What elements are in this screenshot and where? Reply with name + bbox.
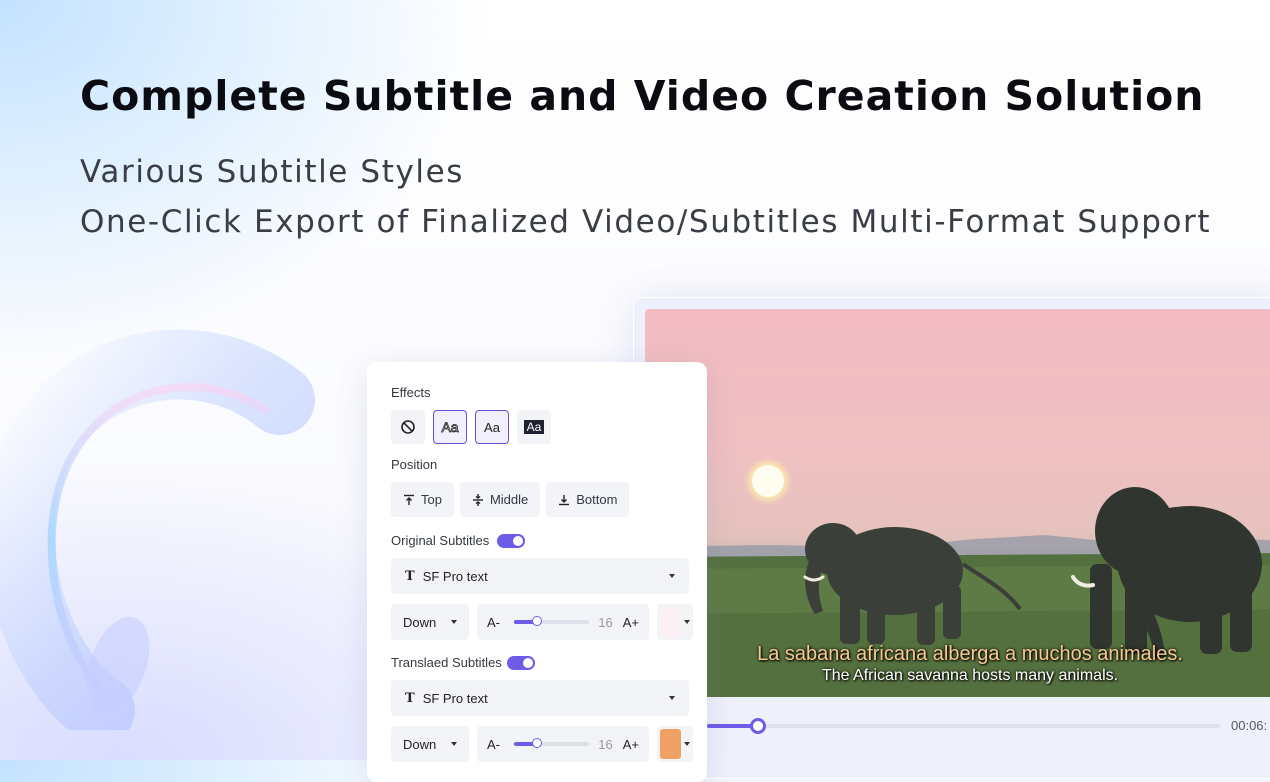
savanna-scene-graphic [645,487,1270,697]
original-size-slider[interactable] [514,616,590,626]
original-size-control: A- 16 A+ [477,604,649,640]
effect-plain-button[interactable]: Aa [475,410,509,444]
original-style-row: Down A- 16 A+ [391,604,693,640]
chevron-down-icon [684,620,690,624]
chevron-down-icon [451,742,457,746]
position-label: Position [391,457,438,472]
feature-line-export: One-Click Export of Finalized Video/Subt… [80,204,1212,240]
page-title: Complete Subtitle and Video Creation Sol… [80,72,1205,120]
increase-size-button[interactable]: A+ [623,615,639,630]
position-middle-label: Middle [489,492,529,507]
effects-label: Effects [391,385,431,400]
translated-direction-value: Down [403,736,437,752]
font-icon: T [405,690,415,706]
decorative-ring-graphic [0,329,315,730]
no-effect-icon [401,420,415,434]
font-icon: T [405,568,415,584]
original-subtitles-label: Original Subtitles [391,533,490,548]
timecode: 00:06: [1231,718,1268,733]
translated-subtitles-toggle[interactable] [507,656,535,670]
chevron-down-icon [684,742,690,746]
align-middle-icon [472,493,483,506]
original-font-select[interactable]: T SF Pro text [391,558,689,594]
decrease-size-button[interactable]: A- [487,737,500,752]
chevron-down-icon [451,620,457,624]
increase-size-button[interactable]: A+ [623,737,639,752]
plain-text-icon: Aa [484,419,500,435]
background-text-icon: Aa [523,420,545,434]
translated-font-value: SF Pro text [422,690,488,706]
feature-line-styles: Various Subtitle Styles [80,154,465,190]
effect-none-button[interactable] [391,410,425,444]
outline-text-icon: Aa [441,419,459,436]
original-color-picker[interactable] [657,604,693,640]
position-bottom-label: Bottom [576,492,618,507]
position-top-label: Top [421,492,442,507]
position-middle-button[interactable]: Middle [459,482,541,517]
decrease-size-button[interactable]: A- [487,615,500,630]
effects-options: Aa Aa Aa [391,410,551,444]
original-direction-value: Down [403,614,437,630]
translated-color-swatch [660,729,681,759]
video-preview[interactable]: La sabana africana alberga a muchos anim… [645,309,1270,697]
translated-size-value: 16 [598,736,613,752]
original-color-swatch [660,607,681,637]
slider-handle[interactable] [531,616,542,626]
effect-background-button[interactable]: Aa [517,410,551,444]
position-top-button[interactable]: Top [391,482,454,517]
subtitle-style-panel: Effects Aa Aa Aa Position Top Middle Bot… [367,362,707,782]
original-direction-select[interactable]: Down [391,604,469,640]
translated-size-slider[interactable] [514,738,590,748]
translated-style-row: Down A- 16 A+ [391,726,693,762]
translated-direction-select[interactable]: Down [391,726,469,762]
position-options: Top Middle Bottom [391,482,630,517]
translated-subtitles-label: Translaed Subtitles [391,655,502,670]
slider-handle[interactable] [531,738,542,748]
align-top-icon [404,494,414,505]
seek-bar[interactable] [707,718,1220,734]
translated-color-picker[interactable] [657,726,693,762]
original-subtitles-toggle[interactable] [497,534,525,548]
chevron-down-icon [669,696,675,700]
position-bottom-button[interactable]: Bottom [546,482,630,517]
caption-original: La sabana africana alberga a muchos anim… [757,643,1183,665]
original-font-value: SF Pro text [422,568,488,584]
chevron-down-icon [669,574,675,578]
original-size-value: 16 [598,614,613,630]
translated-font-select[interactable]: T SF Pro text [391,680,689,716]
align-bottom-icon [559,494,570,505]
caption-translated: The African savanna hosts many animals. [821,667,1119,684]
translated-size-control: A- 16 A+ [477,726,649,762]
effect-outline-button[interactable]: Aa [433,410,467,444]
